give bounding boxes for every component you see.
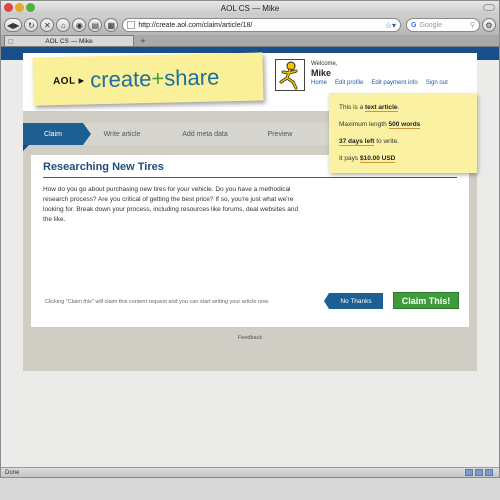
search-placeholder: Google — [419, 21, 443, 29]
tab-title: AOL CS — Mike — [45, 37, 93, 45]
user-links: Home Edit profile Edit payment info Sign… — [311, 80, 448, 86]
window-title: AOL CS — Mike — [220, 3, 280, 13]
max-length-line: Maximum length 500 words — [339, 121, 421, 129]
days-left-line: 37 days left to write. — [339, 138, 399, 146]
tab-close-icon[interactable]: ▢ — [8, 38, 14, 45]
step-claim[interactable]: Claim — [23, 123, 91, 145]
pay-line: It pays $10.00 USD — [339, 155, 396, 163]
browser-window: AOL CS — Mike ◀ ▶ ↻ ✕ ⌂ ◉ ▤ ▦ http://crea… — [0, 0, 500, 478]
new-tab-button[interactable]: + — [136, 35, 150, 46]
stop-icon: ✕ — [43, 20, 51, 30]
status-icon-3[interactable] — [485, 469, 493, 476]
zoom-window-button[interactable] — [26, 3, 35, 12]
web-content: AOL ▸ create+share Welcome, Mike Home Ed… — [1, 47, 499, 467]
stop-button[interactable]: ✕ — [40, 18, 55, 32]
browser-toolbar: ◀ ▶ ↻ ✕ ⌂ ◉ ▤ ▦ http://create.aol.com/cla… — [1, 15, 499, 35]
article-type-value: text article — [365, 104, 398, 112]
tab-active[interactable]: ▢ AOL CS — Mike — [4, 35, 134, 46]
bookmark-icon: ▤ — [91, 20, 100, 30]
edit-payment-link[interactable]: Edit payment info — [371, 80, 417, 86]
puzzle-icon: ◉ — [75, 20, 83, 30]
step-corner-fold — [23, 145, 29, 151]
aol-logo[interactable]: AOL ▸ — [53, 75, 84, 87]
status-bar: Done — [1, 467, 499, 477]
feedback-link[interactable]: Feedback — [23, 335, 477, 341]
max-length-value: 500 words — [388, 121, 421, 129]
step-write-article[interactable]: Write article — [83, 123, 161, 145]
welcome-label: Welcome, — [311, 61, 338, 67]
google-icon: G — [411, 21, 417, 29]
tab-bar: ▢ AOL CS — Mike + — [1, 35, 499, 47]
bookmark-button[interactable]: ▤ — [88, 18, 103, 32]
close-window-button[interactable] — [4, 3, 13, 12]
title-divider — [43, 177, 457, 178]
aim-running-man-icon — [279, 61, 298, 90]
claim-this-button[interactable]: Claim This! — [393, 292, 459, 309]
article-description: How do you go about purchasing new tires… — [43, 186, 299, 224]
brand-sticky-note: AOL ▸ create+share — [32, 52, 264, 106]
claim-hint: Clicking "Claim this" will claim this co… — [45, 299, 270, 305]
article-info-note: This is a text article. Maximum length 5… — [329, 93, 477, 173]
status-icons — [465, 469, 493, 476]
search-field[interactable]: G Google ⚲ — [406, 18, 480, 32]
favicon-icon — [127, 21, 136, 29]
settings-button[interactable]: ⚙ — [482, 18, 496, 32]
print-icon: ▦ — [107, 20, 116, 30]
title-bar: AOL CS — Mike — [1, 1, 499, 15]
search-icon: ⚲ — [469, 22, 475, 29]
site-title[interactable]: create+share — [90, 64, 220, 93]
home-icon: ⌂ — [60, 20, 66, 30]
article-type-line: This is a text article. — [339, 104, 400, 112]
star-icon[interactable]: ☆▾ — [385, 21, 396, 30]
forward-icon: ▶ — [13, 20, 20, 30]
print-button[interactable]: ▦ — [104, 18, 119, 32]
status-icon-1[interactable] — [465, 469, 473, 476]
page-container: AOL ▸ create+share Welcome, Mike Home Ed… — [23, 52, 477, 371]
window-controls — [4, 3, 35, 12]
toolbar-toggle-button[interactable] — [483, 4, 495, 11]
reload-icon: ↻ — [27, 20, 35, 30]
sign-out-link[interactable]: Sign out — [426, 80, 448, 86]
home-link[interactable]: Home — [311, 80, 327, 86]
step-add-meta-data[interactable]: Add meta data — [161, 123, 249, 145]
step-preview[interactable]: Preview — [249, 123, 311, 145]
days-left-value: 37 days left — [339, 138, 375, 146]
extension-button[interactable]: ◉ — [72, 18, 87, 32]
pay-value: $10.00 USD — [359, 155, 396, 163]
back-forward-button[interactable]: ◀ ▶ — [4, 18, 23, 32]
username: Mike — [311, 68, 332, 78]
reload-button[interactable]: ↻ — [24, 18, 39, 32]
avatar — [275, 59, 305, 91]
status-icon-2[interactable] — [475, 469, 483, 476]
no-thanks-button[interactable]: No Thanks — [324, 293, 383, 309]
home-button[interactable]: ⌂ — [56, 18, 71, 32]
gear-icon: ⚙ — [485, 20, 493, 30]
article-card: Researching New Tires How do you go abou… — [31, 155, 469, 327]
status-text: Done — [5, 469, 20, 476]
url-text: http://create.aol.com/claim/article/18/ — [138, 21, 253, 29]
article-title: Researching New Tires — [43, 161, 164, 173]
edit-profile-link[interactable]: Edit profile — [335, 80, 363, 86]
minimize-window-button[interactable] — [15, 3, 24, 12]
url-field[interactable]: http://create.aol.com/claim/article/18/ … — [122, 18, 401, 32]
